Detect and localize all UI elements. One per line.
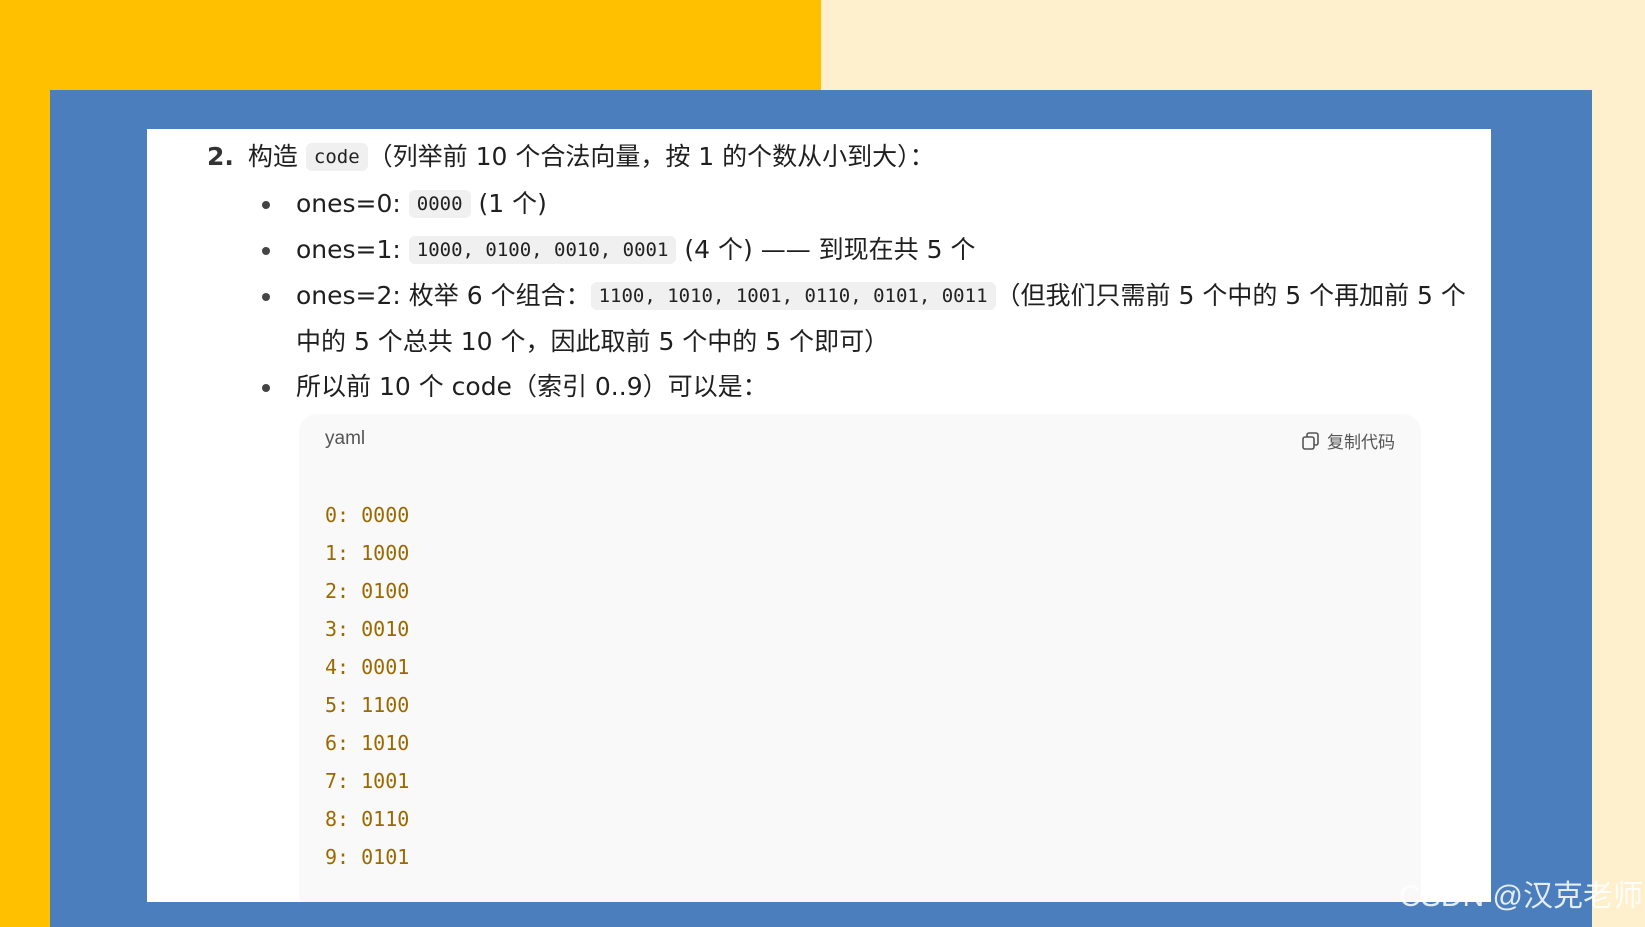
code-line: 2: 0100 xyxy=(325,579,410,603)
code-line: 6: 1010 xyxy=(325,731,410,755)
code-block: yaml 复制代码 0: 0000 1: 1000 2: 0100 3: 001… xyxy=(299,414,1421,902)
bullet-dot xyxy=(262,201,270,209)
code-line: 7: 1001 xyxy=(325,769,410,793)
bullet-dot xyxy=(262,293,270,301)
bullet-dot xyxy=(262,247,270,255)
list-item: ones=1: 1000, 0100, 0010, 0001 (4 个) —— … xyxy=(262,227,1472,273)
csdn-watermark: CSDN @汉克老师 xyxy=(1399,880,1643,913)
item-text-before: ones=0: xyxy=(296,189,409,218)
item-text-before: ones=2: 枚举 6 个组合： xyxy=(296,281,591,310)
code-language-label: yaml xyxy=(325,428,366,449)
code-line: 3: 0010 xyxy=(325,617,410,641)
item-inline-code: 1000, 0100, 0010, 0001 xyxy=(408,236,677,264)
list-heading: 2. 构造 code （列举前 10 个合法向量，按 1 的个数从小到大）： xyxy=(207,137,935,177)
content-panel: 2. 构造 code （列举前 10 个合法向量，按 1 的个数从小到大）： one… xyxy=(147,129,1491,902)
item-text-after: (4 个) —— 到现在共 5 个 xyxy=(676,235,976,264)
item-text-before: ones=1: xyxy=(296,235,409,264)
list-item: ones=0: 0000 (1 个) xyxy=(262,181,1472,227)
list-item: 所以前 10 个 code（索引 0..9）可以是： xyxy=(262,364,1472,409)
item-inline-code: 0000 xyxy=(408,190,471,218)
copy-code-label: 复制代码 xyxy=(1327,433,1395,453)
code-line: 0: 0000 xyxy=(325,503,410,527)
heading-suffix: （列举前 10 个合法向量，按 1 的个数从小到大）： xyxy=(367,142,935,171)
bullet-list: ones=0: 0000 (1 个) ones=1: 1000, 0100, 0… xyxy=(262,181,1472,409)
item-inline-code: 1100, 1010, 1001, 0110, 0101, 0011 xyxy=(590,282,996,310)
code-line: 1: 1000 xyxy=(325,541,410,565)
heading-number: 2. xyxy=(207,142,234,171)
bullet-dot xyxy=(262,384,270,392)
copy-icon xyxy=(1302,431,1319,450)
code-line: 5: 1100 xyxy=(325,693,410,717)
heading-inline-code: code xyxy=(305,143,368,171)
code-line: 4: 0001 xyxy=(325,655,410,679)
list-item: ones=2: 枚举 6 个组合： 1100, 1010, 1001, 0110,… xyxy=(262,273,1472,364)
code-line: 9: 0101 xyxy=(325,845,410,869)
copy-code-button[interactable]: 复制代码 xyxy=(1301,428,1395,453)
code-lines: 0: 0000 1: 1000 2: 0100 3: 0010 4: 0001 … xyxy=(325,496,409,876)
heading-prefix: 构造 xyxy=(247,142,298,171)
item-text-before: 所以前 10 个 code（索引 0..9）可以是： xyxy=(296,372,768,401)
item-text-after: (1 个) xyxy=(470,189,547,218)
code-line: 8: 0110 xyxy=(325,807,410,831)
